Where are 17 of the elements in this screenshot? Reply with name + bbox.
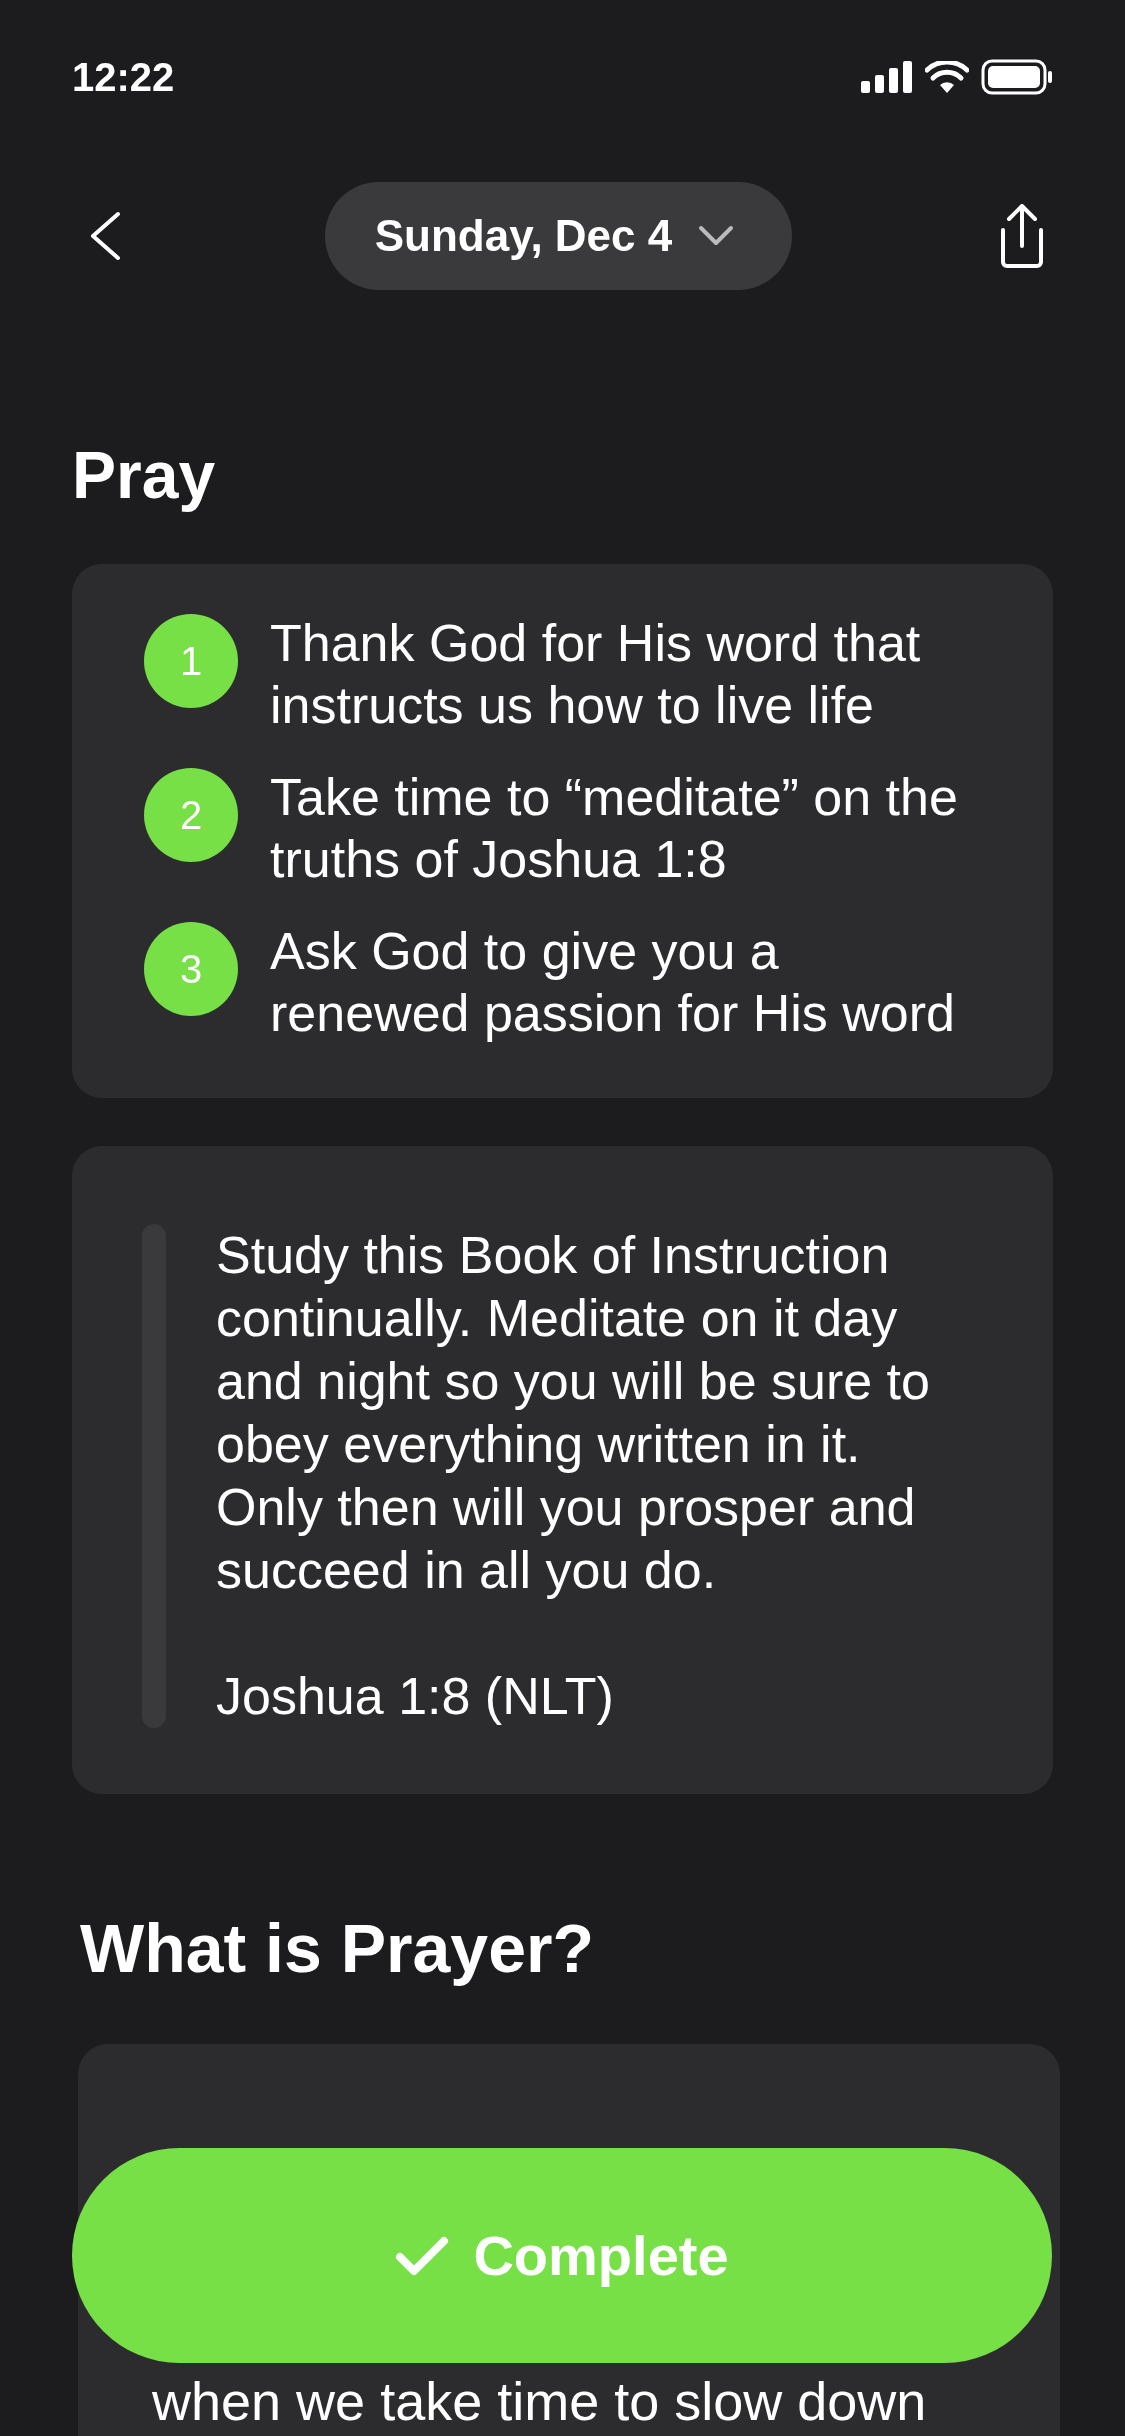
step-text: Take time to “meditate” on the truths of Joshua 1:8	[270, 767, 959, 890]
date-picker-button[interactable]: Sunday, Dec 4	[324, 182, 793, 290]
step-number: 2	[144, 768, 238, 862]
wifi-icon	[925, 61, 969, 93]
quote-text: Study this Book of Instruction continually. Meditate on it day and night so you will be sure to obey everything written in it. Only then will you prosper and succeed in all you do.	[216, 1225, 931, 1601]
checkmark-icon	[395, 2234, 450, 2277]
status-time: 12:22	[72, 54, 175, 100]
body-text: when we take time to slow down	[152, 2370, 928, 2432]
step-text: Ask God to give you a renewed passion for His word	[270, 921, 956, 1044]
battery-icon	[981, 59, 1053, 95]
quote-reference: Joshua 1:8 (NLT)	[216, 1666, 615, 1727]
step-number: 1	[144, 614, 238, 708]
signal-icon	[861, 61, 913, 93]
step-number: 3	[144, 922, 238, 1016]
back-icon[interactable]	[88, 211, 122, 261]
chevron-down-icon	[698, 225, 735, 247]
step-text: Thank God for His word that instructs us how to live life	[270, 613, 922, 736]
